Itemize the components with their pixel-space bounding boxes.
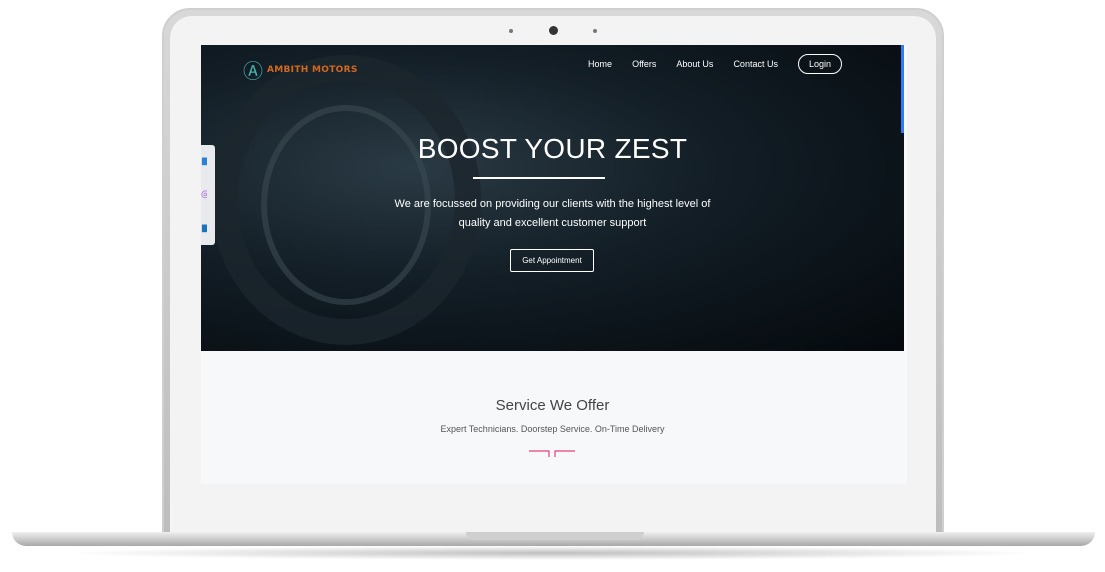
facebook-icon[interactable]: ■: [201, 156, 207, 167]
nav-offers[interactable]: Offers: [632, 59, 656, 69]
title-underline: [473, 177, 605, 179]
hero-subtitle-line: quality and excellent customer support: [458, 217, 647, 229]
scrollbar-thumb[interactable]: [901, 45, 904, 133]
get-appointment-button[interactable]: Get Appointment: [510, 249, 594, 272]
main-nav: Home Offers About Us Contact Us Login: [588, 54, 842, 74]
services-subtitle: Expert Technicians. Doorstep Service. On…: [440, 424, 665, 434]
linkedin-icon[interactable]: ■: [201, 223, 207, 234]
hero-subtitle: We are focussed on providing our clients…: [201, 195, 904, 233]
hero-section: Ⓐ AMBITH MOTORS Home Offers About Us Con…: [201, 45, 904, 351]
social-sidebar: ■ ◎ ■: [201, 145, 215, 245]
section-divider-ornament: [529, 450, 575, 457]
nav-about-us[interactable]: About Us: [676, 59, 713, 69]
hero-title: BOOST YOUR ZEST: [417, 133, 688, 164]
logo-a-icon: Ⓐ: [243, 59, 263, 83]
laptop-shadow: [60, 546, 1045, 560]
webcam-icon: [549, 26, 558, 35]
services-title: Service We Offer: [495, 397, 610, 414]
hero-subtitle-line: We are focussed on providing our clients…: [394, 198, 711, 210]
nav-home[interactable]: Home: [588, 59, 612, 69]
sensor-dot: [509, 29, 513, 33]
login-button[interactable]: Login: [797, 54, 842, 74]
brand-name: AMBITH MOTORS: [267, 64, 358, 75]
website-screen: Ⓐ AMBITH MOTORS Home Offers About Us Con…: [201, 45, 907, 484]
sensor-dot: [593, 29, 597, 33]
laptop-notch: [466, 532, 644, 540]
nav-contact-us[interactable]: Contact Us: [733, 59, 778, 69]
brand-logo[interactable]: Ⓐ AMBITH MOTORS: [243, 55, 358, 84]
instagram-icon[interactable]: ◎: [201, 189, 207, 200]
